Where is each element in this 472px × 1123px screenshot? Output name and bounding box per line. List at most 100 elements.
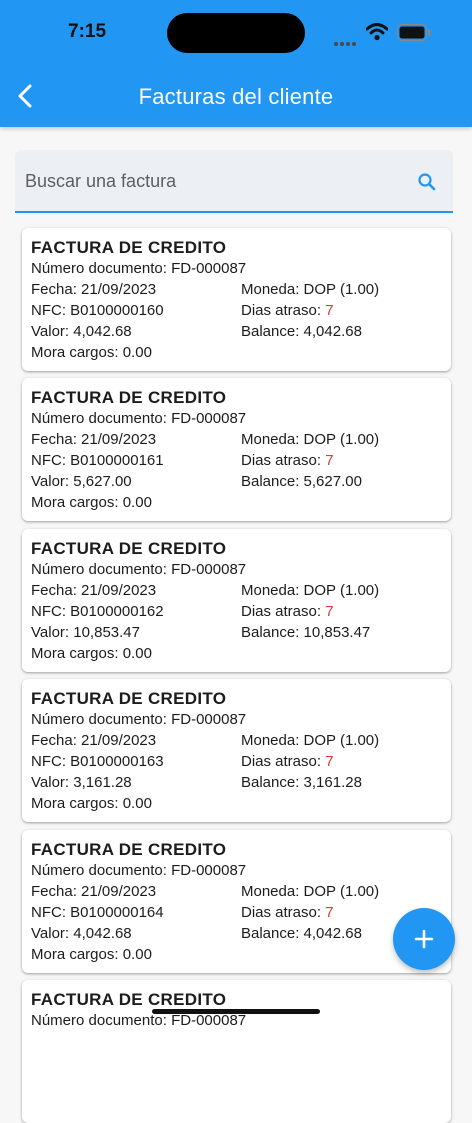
field-value: B0100000160 [70, 302, 164, 319]
field-label: Balance: [241, 473, 300, 490]
invoice-field-dias: Dias atraso: 7 [241, 904, 334, 921]
field-label: Valor: [31, 624, 70, 641]
plus-icon [414, 929, 434, 949]
field-label: Fecha: [31, 431, 77, 448]
invoice-field-fecha: Fecha: 21/09/2023 [31, 281, 156, 298]
invoice-field-mora: Mora cargos: 0.00 [31, 645, 152, 662]
invoice-field-doc: Número documento: FD-000087 [31, 862, 246, 879]
field-value: 0.00 [122, 795, 152, 812]
invoice-field-valor: Valor: 4,042.68 [31, 323, 132, 340]
field-label: Valor: [31, 925, 70, 942]
field-value: 21/09/2023 [81, 431, 157, 448]
dynamic-island [167, 13, 305, 53]
invoice-field-mora: Mora cargos: 0.00 [31, 795, 152, 812]
status-time: 7:15 [68, 21, 107, 42]
invoice-field-doc: Número documento: FD-000087 [31, 260, 246, 277]
invoice-type: FACTURA DE CREDITO [31, 990, 227, 1009]
field-label: Mora cargos: [31, 494, 119, 511]
invoice-field-nfc: NFC: B0100000162 [31, 603, 164, 620]
invoice-field-nfc: NFC: B0100000164 [31, 904, 164, 921]
invoice-field-nfc: NFC: B0100000163 [31, 753, 164, 770]
field-label: Mora cargos: [31, 795, 119, 812]
field-value: 21/09/2023 [81, 582, 157, 599]
invoice-field-doc: Número documento: FD-000087 [31, 711, 246, 728]
field-value: 3,161.28 [73, 774, 132, 791]
field-label: Mora cargos: [31, 344, 119, 361]
field-label: Moneda: [241, 281, 300, 298]
field-label: Balance: [241, 323, 300, 340]
invoice-card[interactable]: FACTURA DE CREDITO Número documento: FD-0… [22, 228, 451, 371]
field-value: 4,042.68 [73, 323, 132, 340]
field-label: Moneda: [241, 883, 300, 900]
field-value: 21/09/2023 [81, 281, 157, 298]
field-label: NFC: [31, 452, 66, 469]
invoice-field-dias: Dias atraso: 7 [241, 302, 334, 319]
invoice-type: FACTURA DE CREDITO [31, 689, 227, 708]
field-label: Dias atraso: [241, 904, 322, 921]
invoice-field-fecha: Fecha: 21/09/2023 [31, 883, 156, 900]
field-label: Mora cargos: [31, 946, 119, 963]
field-label: Número documento: [31, 410, 167, 427]
field-label: NFC: [31, 753, 66, 770]
field-label: Dias atraso: [241, 753, 322, 770]
field-value: 7 [325, 452, 334, 469]
search-input[interactable]: Buscar una factura [15, 150, 453, 213]
field-value: 4,042.68 [73, 925, 132, 942]
field-label: NFC: [31, 904, 66, 921]
field-value: 0.00 [122, 344, 152, 361]
invoice-field-valor: Valor: 4,042.68 [31, 925, 132, 942]
field-label: Fecha: [31, 732, 77, 749]
field-value: FD-000087 [171, 561, 247, 578]
invoice-card[interactable]: FACTURA DE CREDITO Número documento: FD-0… [22, 529, 451, 672]
field-value: FD-000087 [171, 862, 247, 879]
field-label: Mora cargos: [31, 645, 119, 662]
field-value: DOP (1.00) [303, 732, 380, 749]
invoice-field-balance: Balance: 3,161.28 [241, 774, 362, 791]
field-value: B0100000164 [70, 904, 164, 921]
invoice-card[interactable]: FACTURA DE CREDITO Número documento: FD-0… [22, 378, 451, 521]
invoice-card[interactable]: FACTURA DE CREDITO Número documento: FD-0… [22, 980, 451, 1123]
field-value: 10,853.47 [303, 624, 371, 641]
invoice-field-dias: Dias atraso: 7 [241, 603, 334, 620]
field-value: 7 [325, 904, 334, 921]
field-value: 21/09/2023 [81, 732, 157, 749]
search-placeholder: Buscar una factura [25, 171, 177, 191]
field-value: 7 [325, 603, 334, 620]
field-value: B0100000163 [70, 753, 164, 770]
add-invoice-button[interactable] [393, 908, 455, 970]
invoice-field-dias: Dias atraso: 7 [241, 753, 334, 770]
home-indicator [152, 1009, 320, 1014]
invoice-field-valor: Valor: 3,161.28 [31, 774, 132, 791]
field-value: 7 [325, 302, 334, 319]
field-label: Moneda: [241, 431, 300, 448]
invoice-card[interactable]: FACTURA DE CREDITO Número documento: FD-0… [22, 679, 451, 822]
field-value: 7 [325, 753, 334, 770]
invoice-field-moneda: Moneda: DOP (1.00) [241, 431, 379, 448]
field-label: Fecha: [31, 281, 77, 298]
field-label: Fecha: [31, 582, 77, 599]
field-label: NFC: [31, 302, 66, 319]
field-value: FD-000087 [171, 260, 247, 277]
invoice-type: FACTURA DE CREDITO [31, 388, 227, 407]
invoice-field-dias: Dias atraso: 7 [241, 452, 334, 469]
field-label: Dias atraso: [241, 452, 322, 469]
page-title: Facturas del cliente [138, 84, 334, 109]
invoice-field-nfc: NFC: B0100000160 [31, 302, 164, 319]
invoice-field-fecha: Fecha: 21/09/2023 [31, 582, 156, 599]
invoice-card[interactable]: FACTURA DE CREDITO Número documento: FD-0… [22, 830, 451, 973]
invoice-field-doc: Número documento: FD-000087 [31, 561, 246, 578]
invoice-type: FACTURA DE CREDITO [31, 840, 227, 859]
field-value: 5,627.00 [73, 473, 132, 490]
invoice-field-doc: Número documento: FD-000087 [31, 1012, 246, 1029]
field-value: B0100000162 [70, 603, 164, 620]
field-label: Fecha: [31, 883, 77, 900]
field-value: 21/09/2023 [81, 883, 157, 900]
field-value: 3,161.28 [303, 774, 362, 791]
field-label: Número documento: [31, 711, 167, 728]
invoice-field-mora: Mora cargos: 0.00 [31, 494, 152, 511]
field-label: Número documento: [31, 862, 167, 879]
field-label: Valor: [31, 774, 70, 791]
invoice-field-moneda: Moneda: DOP (1.00) [241, 732, 379, 749]
field-value: FD-000087 [171, 410, 247, 427]
search-icon[interactable] [417, 172, 437, 192]
